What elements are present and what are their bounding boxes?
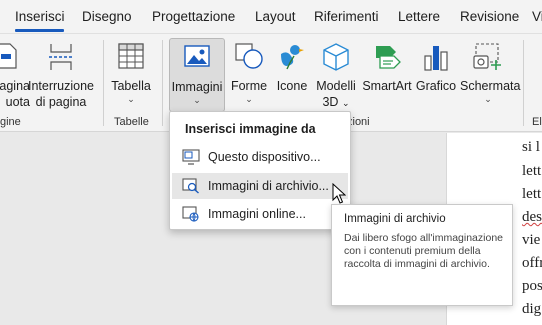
page-break-icon [49, 44, 73, 70]
document-text-line: lett [522, 186, 542, 202]
dropdown-title: Inserisci immagine da [185, 122, 316, 136]
bar-chart-icon [424, 46, 448, 71]
group-label-right: El [532, 116, 542, 128]
tooltip-body: Dai libero sfogo all'immaginazione con i… [344, 232, 504, 270]
shapes-icon [235, 43, 263, 69]
active-tab-indicator [15, 29, 64, 32]
group-label-pages: gine [0, 116, 21, 128]
tooltip-title: Immagini di archivio [344, 213, 446, 225]
chevron-down-icon: ⌄ [341, 98, 350, 108]
chevron-down-icon: ⌄ [245, 94, 253, 104]
document-text-line: dig [522, 301, 542, 317]
screenshot-label: Schermata [460, 79, 521, 93]
group-separator [162, 40, 163, 126]
document-text-line: lett [522, 163, 542, 179]
chart-button[interactable]: Grafico [414, 38, 458, 112]
ribbon-tab-bar: Inserisci Disegno Progettazione Layout R… [0, 0, 542, 34]
images-label: Immagini [171, 80, 223, 94]
document-text-line: vie [522, 232, 541, 248]
3d-models-line2: 3D [322, 95, 339, 109]
insert-image-dropdown: Inserisci immagine da Questo dispositivo… [169, 111, 351, 230]
chevron-down-icon: ⌄ [127, 94, 135, 104]
document-text-line: des [522, 209, 542, 225]
icons-button[interactable]: Icone [272, 38, 312, 112]
table-label: Tabella [111, 79, 151, 93]
smartart-icon [376, 46, 401, 69]
icons-label: Icone [276, 79, 308, 93]
image-icon [184, 45, 210, 67]
screenshot-icon [473, 43, 501, 70]
tab-lettere[interactable]: Lettere [398, 9, 440, 24]
device-icon [182, 149, 200, 165]
menu-item-label: Immagini online... [208, 207, 306, 221]
tab-progettazione[interactable]: Progettazione [152, 9, 235, 24]
group-separator [523, 40, 524, 126]
tab-revisione[interactable]: Revisione [460, 9, 519, 24]
menu-item-label: Immagini di archivio... [208, 179, 329, 193]
shapes-label: Forme [230, 79, 268, 93]
smartart-button[interactable]: SmartArt [362, 38, 412, 112]
screenshot-button[interactable]: Schermata ⌄ [460, 38, 521, 112]
page-icon [0, 43, 17, 69]
page-button-line2: uota [5, 95, 30, 109]
menu-item-stock-images[interactable]: Immagini di archivio... [172, 173, 348, 199]
shapes-button[interactable]: Forme ⌄ [228, 38, 270, 112]
group-label-tables: Tabelle [114, 116, 149, 128]
cube-icon [323, 43, 349, 71]
document-text-line: offr [522, 255, 542, 271]
online-images-icon [182, 206, 199, 222]
stock-images-icon [182, 178, 199, 194]
page-break-line2: di pagina [35, 95, 87, 109]
tab-inserisci[interactable]: Inserisci [15, 9, 65, 24]
page-break-button[interactable]: Interruzione di pagina [28, 38, 94, 112]
tab-riferimenti[interactable]: Riferimenti [314, 9, 379, 24]
3d-models-button[interactable]: Modelli 3D ⌄ [313, 38, 359, 112]
page-break-line1: Interruzione [28, 79, 95, 93]
tab-visualizza[interactable]: Vi [532, 9, 542, 24]
chevron-down-icon: ⌄ [484, 94, 492, 104]
chevron-down-icon: ⌄ [193, 95, 201, 105]
smartart-label: SmartArt [362, 79, 412, 93]
images-button[interactable]: Immagini ⌄ [169, 38, 225, 112]
mouse-pointer-icon [332, 183, 346, 204]
group-separator [103, 40, 104, 126]
tooltip-stock-images: Immagini di archivio Dai libero sfogo al… [331, 204, 513, 306]
menu-item-online-images[interactable]: Immagini online... [172, 201, 348, 227]
chart-label: Grafico [415, 79, 457, 93]
table-icon [118, 43, 144, 69]
document-text-line: si l [522, 139, 540, 155]
3d-models-line1: Modelli [316, 79, 356, 93]
menu-item-label: Questo dispositivo... [208, 150, 321, 164]
table-button[interactable]: Tabella ⌄ [108, 38, 154, 112]
page-number-button[interactable]: agina uota [0, 38, 30, 112]
menu-item-this-device[interactable]: Questo dispositivo... [172, 144, 348, 170]
bird-icon [281, 45, 304, 70]
tab-disegno[interactable]: Disegno [82, 9, 132, 24]
document-text-line: pos [522, 278, 542, 294]
tab-layout[interactable]: Layout [255, 9, 296, 24]
page-button-line1: agina [0, 79, 30, 93]
